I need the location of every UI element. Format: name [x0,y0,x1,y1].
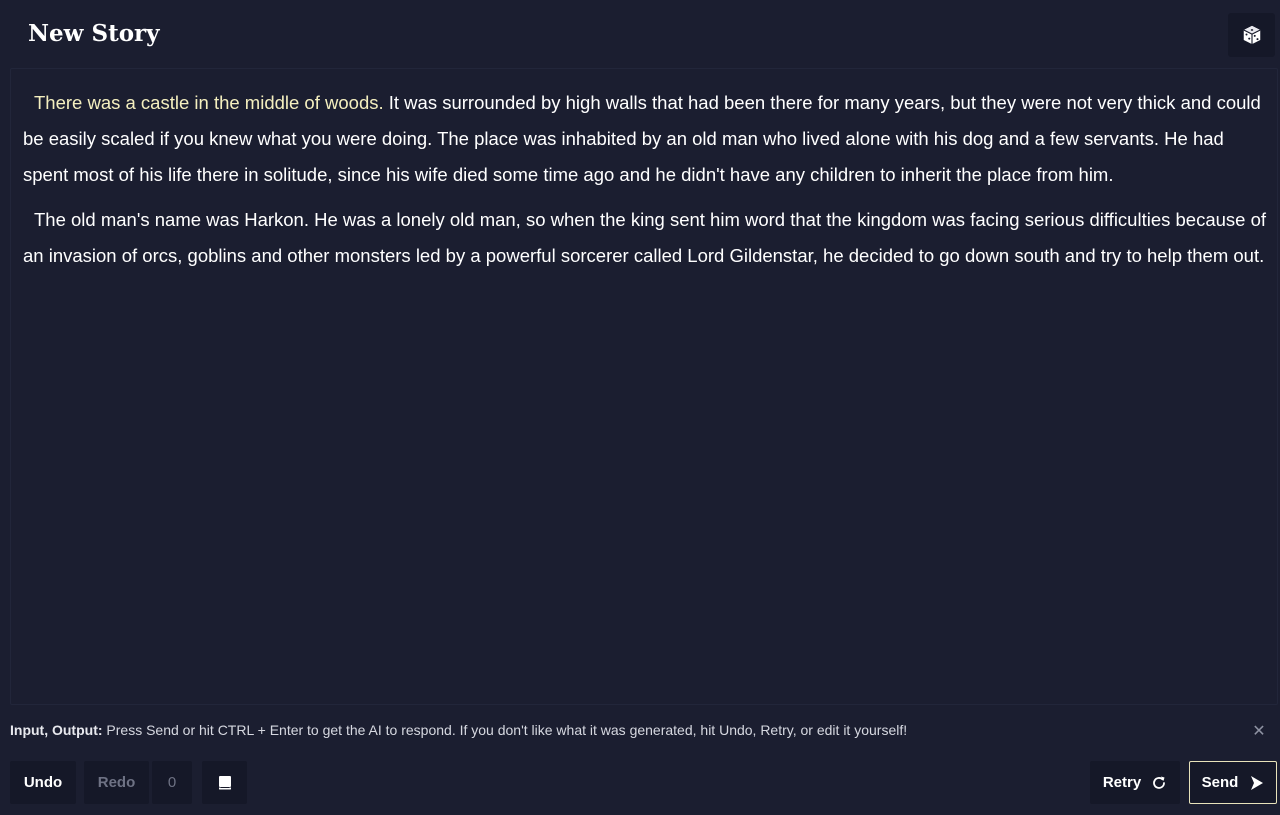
info-message: Input, Output: Press Send or hit CTRL + … [10,722,1270,742]
memory-button[interactable] [202,761,247,804]
close-icon[interactable]: ✕ [1250,722,1268,740]
send-arrow-icon [1251,775,1264,790]
redo-button[interactable]: Redo [84,761,149,804]
story-paragraph-2: The old man's name was Harkon. He was a … [23,202,1267,274]
retry-label: Retry [1102,774,1142,791]
retry-button[interactable]: Retry [1090,761,1180,804]
refresh-icon [1153,776,1166,789]
undo-button[interactable]: Undo [10,761,76,804]
book-icon [218,775,231,789]
header: New Story [0,0,1280,68]
dice-icon [1243,25,1260,45]
info-label: Input, Output: [10,722,103,738]
story-generated-text: The old man's name was Harkon. He was a … [23,209,1267,266]
send-label: Send [1201,774,1239,791]
random-story-button[interactable] [1228,13,1275,57]
info-text: Press Send or hit CTRL + Enter to get th… [102,722,908,738]
story-prompt-text: There was a castle in the middle of wood… [34,92,384,113]
story-editor[interactable]: There was a castle in the middle of wood… [10,68,1278,705]
page-title: New Story [28,20,160,47]
story-paragraph-1: There was a castle in the middle of wood… [23,85,1267,193]
history-count: 0 [152,761,192,804]
send-button[interactable]: Send [1189,761,1277,804]
